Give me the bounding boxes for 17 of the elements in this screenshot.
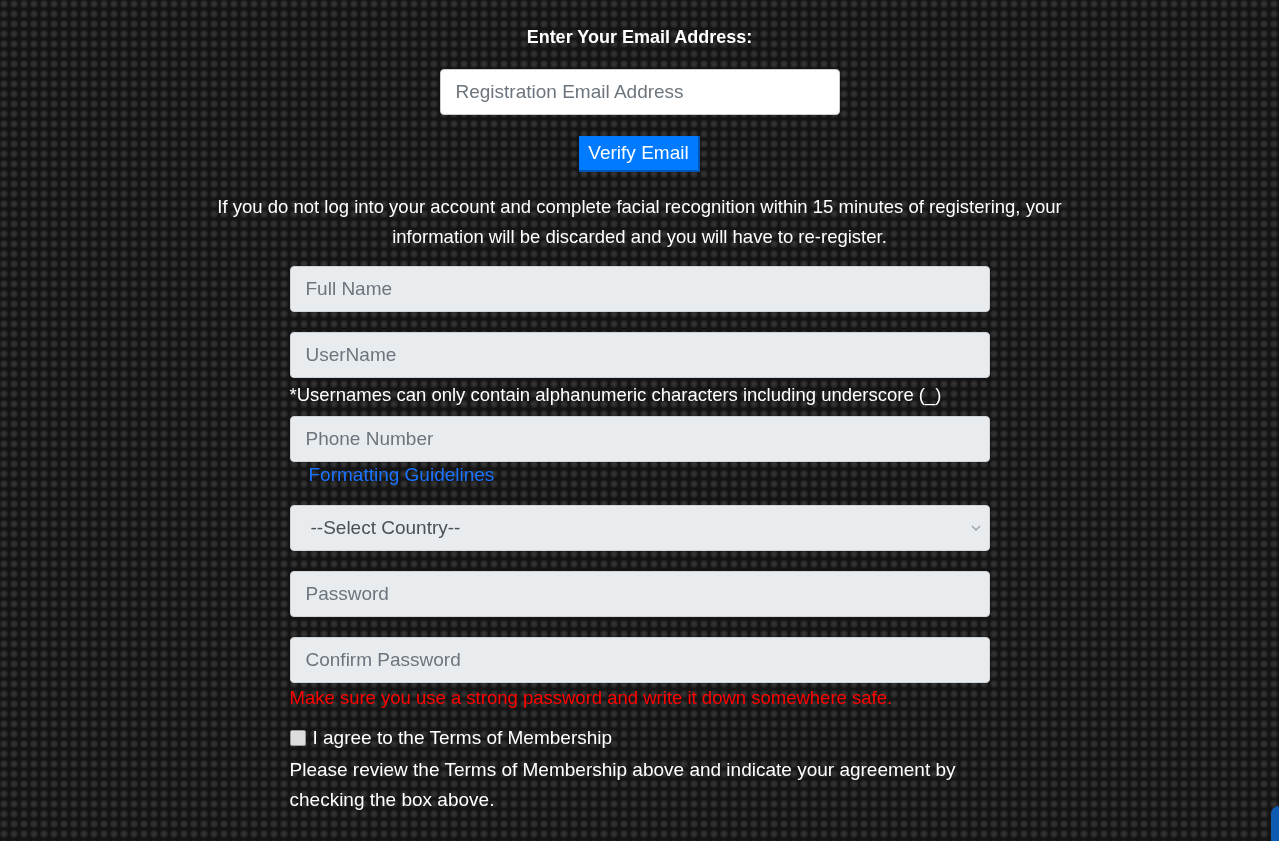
email-field[interactable]: Registration Email Address [439, 69, 840, 115]
text-field[interactable]: Password [289, 571, 990, 617]
verify-email-button[interactable]: Verify Email [579, 136, 700, 172]
text-field[interactable]: Confirm Password [289, 637, 990, 683]
notice-text: If you do not log into your account and complete facial recognition within 15 minutes of registering, your information will be discarded and you will have to re-register. [216, 195, 1063, 249]
warning-text: Make sure you use a strong password and write it down somewhere safe. [289, 686, 894, 710]
terms-checkbox[interactable] [289, 730, 306, 746]
text-field[interactable]: Full Name [289, 266, 990, 312]
chevron-down-icon [970, 525, 981, 531]
text-field[interactable]: UserName [289, 332, 990, 378]
text-field[interactable]: Phone Number [289, 416, 990, 462]
terms-label: I agree to the Terms of Membership [312, 727, 613, 749]
helper-text: *Usernames can only contain alphanumeric characters including underscore (_) [289, 383, 943, 408]
terms-help-text: Please review the Terms of Membership above and indicate your agreement by checking the box above. [289, 758, 957, 812]
country-select[interactable]: --Select Country-- [289, 505, 990, 551]
email-heading: Enter Your Email Address: [526, 26, 753, 48]
formatting-guidelines-link[interactable]: Formatting Guidelines [308, 464, 495, 486]
